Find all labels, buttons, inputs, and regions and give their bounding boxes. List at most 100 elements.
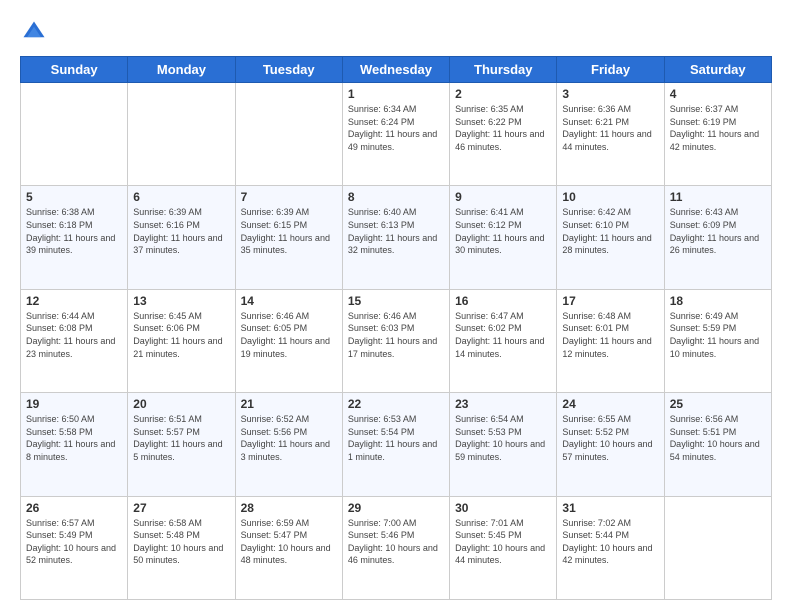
day-info: Sunrise: 6:45 AM Sunset: 6:06 PM Dayligh… xyxy=(133,310,229,360)
calendar-day-header: Friday xyxy=(557,57,664,83)
day-number: 19 xyxy=(26,397,122,411)
calendar-cell: 6 Sunrise: 6:39 AM Sunset: 6:16 PM Daylig… xyxy=(128,186,235,289)
day-info: Sunrise: 6:37 AM Sunset: 6:19 PM Dayligh… xyxy=(670,103,766,153)
day-info: Sunrise: 6:57 AM Sunset: 5:49 PM Dayligh… xyxy=(26,517,122,567)
calendar-cell: 20Sunrise: 6:51 AM Sunset: 5:57 PM Dayli… xyxy=(128,393,235,496)
calendar-cell: 23 Sunrise: 6:54 AM Sunset: 5:53 PM Dayli… xyxy=(450,393,557,496)
day-number: 17 xyxy=(562,294,658,308)
calendar-cell: 3 Sunrise: 6:36 AM Sunset: 6:21 PM Daylig… xyxy=(557,83,664,186)
calendar-cell: 19 Sunrise: 6:50 AM Sunset: 5:58 PM Dayli… xyxy=(21,393,128,496)
calendar-cell: 11Sunrise: 6:43 AM Sunset: 6:09 PM Dayli… xyxy=(664,186,771,289)
day-info: Sunrise: 6:36 AM Sunset: 6:21 PM Dayligh… xyxy=(562,103,658,153)
calendar-cell: 15 Sunrise: 6:46 AM Sunset: 6:03 PM Dayli… xyxy=(342,289,449,392)
calendar-cell: 10 Sunrise: 6:42 AM Sunset: 6:10 PM Dayli… xyxy=(557,186,664,289)
day-number: 21 xyxy=(241,397,337,411)
day-info: Sunrise: 6:49 AM Sunset: 5:59 PM Dayligh… xyxy=(670,310,766,360)
calendar-table: SundayMondayTuesdayWednesdayThursdayFrid… xyxy=(20,56,772,600)
calendar-day-header: Tuesday xyxy=(235,57,342,83)
day-number: 4 xyxy=(670,87,766,101)
day-info: Sunrise: 6:42 AM Sunset: 6:10 PM Dayligh… xyxy=(562,206,658,256)
calendar-cell: 29Sunrise: 7:00 AM Sunset: 5:46 PM Dayli… xyxy=(342,496,449,599)
calendar-cell: 16 Sunrise: 6:47 AM Sunset: 6:02 PM Dayli… xyxy=(450,289,557,392)
calendar-cell: 12 Sunrise: 6:44 AM Sunset: 6:08 PM Dayli… xyxy=(21,289,128,392)
calendar-week-row: 1Sunrise: 6:34 AM Sunset: 6:24 PM Daylig… xyxy=(21,83,772,186)
day-number: 18 xyxy=(670,294,766,308)
day-info: Sunrise: 6:44 AM Sunset: 6:08 PM Dayligh… xyxy=(26,310,122,360)
day-info: Sunrise: 6:50 AM Sunset: 5:58 PM Dayligh… xyxy=(26,413,122,463)
calendar-day-header: Monday xyxy=(128,57,235,83)
calendar-cell: 2 Sunrise: 6:35 AM Sunset: 6:22 PM Daylig… xyxy=(450,83,557,186)
day-number: 23 xyxy=(455,397,551,411)
calendar-cell: 22 Sunrise: 6:53 AM Sunset: 5:54 PM Dayli… xyxy=(342,393,449,496)
calendar-cell: 31Sunrise: 7:02 AM Sunset: 5:44 PM Dayli… xyxy=(557,496,664,599)
day-number: 16 xyxy=(455,294,551,308)
calendar-week-row: 26 Sunrise: 6:57 AM Sunset: 5:49 PM Dayli… xyxy=(21,496,772,599)
day-number: 22 xyxy=(348,397,444,411)
calendar-day-header: Wednesday xyxy=(342,57,449,83)
day-info: Sunrise: 6:38 AM Sunset: 6:18 PM Dayligh… xyxy=(26,206,122,256)
day-number: 7 xyxy=(241,190,337,204)
day-number: 15 xyxy=(348,294,444,308)
day-number: 6 xyxy=(133,190,229,204)
day-number: 11 xyxy=(670,190,766,204)
day-info: Sunrise: 6:35 AM Sunset: 6:22 PM Dayligh… xyxy=(455,103,551,153)
calendar-cell: 24Sunrise: 6:55 AM Sunset: 5:52 PM Dayli… xyxy=(557,393,664,496)
calendar-cell xyxy=(128,83,235,186)
calendar-cell: 21 Sunrise: 6:52 AM Sunset: 5:56 PM Dayli… xyxy=(235,393,342,496)
day-info: Sunrise: 6:58 AM Sunset: 5:48 PM Dayligh… xyxy=(133,517,229,567)
day-number: 5 xyxy=(26,190,122,204)
calendar-day-header: Sunday xyxy=(21,57,128,83)
day-info: Sunrise: 6:55 AM Sunset: 5:52 PM Dayligh… xyxy=(562,413,658,463)
day-number: 13 xyxy=(133,294,229,308)
day-info: Sunrise: 6:34 AM Sunset: 6:24 PM Dayligh… xyxy=(348,103,444,153)
calendar-day-header: Thursday xyxy=(450,57,557,83)
day-info: Sunrise: 6:47 AM Sunset: 6:02 PM Dayligh… xyxy=(455,310,551,360)
calendar-cell xyxy=(21,83,128,186)
day-info: Sunrise: 6:46 AM Sunset: 6:03 PM Dayligh… xyxy=(348,310,444,360)
day-info: Sunrise: 7:01 AM Sunset: 5:45 PM Dayligh… xyxy=(455,517,551,567)
calendar-cell: 14 Sunrise: 6:46 AM Sunset: 6:05 PM Dayli… xyxy=(235,289,342,392)
day-info: Sunrise: 6:54 AM Sunset: 5:53 PM Dayligh… xyxy=(455,413,551,463)
calendar-header-row: SundayMondayTuesdayWednesdayThursdayFrid… xyxy=(21,57,772,83)
day-info: Sunrise: 6:46 AM Sunset: 6:05 PM Dayligh… xyxy=(241,310,337,360)
day-number: 25 xyxy=(670,397,766,411)
day-number: 10 xyxy=(562,190,658,204)
calendar-cell xyxy=(664,496,771,599)
calendar-week-row: 19 Sunrise: 6:50 AM Sunset: 5:58 PM Dayli… xyxy=(21,393,772,496)
day-info: Sunrise: 6:52 AM Sunset: 5:56 PM Dayligh… xyxy=(241,413,337,463)
calendar-cell: 9 Sunrise: 6:41 AM Sunset: 6:12 PM Daylig… xyxy=(450,186,557,289)
calendar-cell: 13 Sunrise: 6:45 AM Sunset: 6:06 PM Dayli… xyxy=(128,289,235,392)
calendar-cell: 26 Sunrise: 6:57 AM Sunset: 5:49 PM Dayli… xyxy=(21,496,128,599)
day-info: Sunrise: 6:41 AM Sunset: 6:12 PM Dayligh… xyxy=(455,206,551,256)
calendar-cell xyxy=(235,83,342,186)
day-number: 12 xyxy=(26,294,122,308)
day-info: Sunrise: 6:39 AM Sunset: 6:15 PM Dayligh… xyxy=(241,206,337,256)
day-info: Sunrise: 6:40 AM Sunset: 6:13 PM Dayligh… xyxy=(348,206,444,256)
day-number: 27 xyxy=(133,501,229,515)
logo xyxy=(20,18,52,46)
day-number: 29 xyxy=(348,501,444,515)
day-info: Sunrise: 6:56 AM Sunset: 5:51 PM Dayligh… xyxy=(670,413,766,463)
calendar-cell: 25 Sunrise: 6:56 AM Sunset: 5:51 PM Dayli… xyxy=(664,393,771,496)
day-number: 20 xyxy=(133,397,229,411)
calendar-cell: 8Sunrise: 6:40 AM Sunset: 6:13 PM Daylig… xyxy=(342,186,449,289)
day-number: 30 xyxy=(455,501,551,515)
calendar-cell: 7 Sunrise: 6:39 AM Sunset: 6:15 PM Daylig… xyxy=(235,186,342,289)
day-number: 26 xyxy=(26,501,122,515)
day-number: 14 xyxy=(241,294,337,308)
calendar-cell: 27 Sunrise: 6:58 AM Sunset: 5:48 PM Dayli… xyxy=(128,496,235,599)
day-number: 2 xyxy=(455,87,551,101)
day-number: 28 xyxy=(241,501,337,515)
calendar-cell: 17 Sunrise: 6:48 AM Sunset: 6:01 PM Dayli… xyxy=(557,289,664,392)
day-info: Sunrise: 7:02 AM Sunset: 5:44 PM Dayligh… xyxy=(562,517,658,567)
calendar-day-header: Saturday xyxy=(664,57,771,83)
day-info: Sunrise: 6:39 AM Sunset: 6:16 PM Dayligh… xyxy=(133,206,229,256)
day-info: Sunrise: 6:59 AM Sunset: 5:47 PM Dayligh… xyxy=(241,517,337,567)
calendar-cell: 18 Sunrise: 6:49 AM Sunset: 5:59 PM Dayli… xyxy=(664,289,771,392)
day-info: Sunrise: 6:53 AM Sunset: 5:54 PM Dayligh… xyxy=(348,413,444,463)
day-number: 9 xyxy=(455,190,551,204)
day-number: 3 xyxy=(562,87,658,101)
calendar-cell: 28 Sunrise: 6:59 AM Sunset: 5:47 PM Dayli… xyxy=(235,496,342,599)
header xyxy=(20,18,772,46)
day-info: Sunrise: 6:48 AM Sunset: 6:01 PM Dayligh… xyxy=(562,310,658,360)
